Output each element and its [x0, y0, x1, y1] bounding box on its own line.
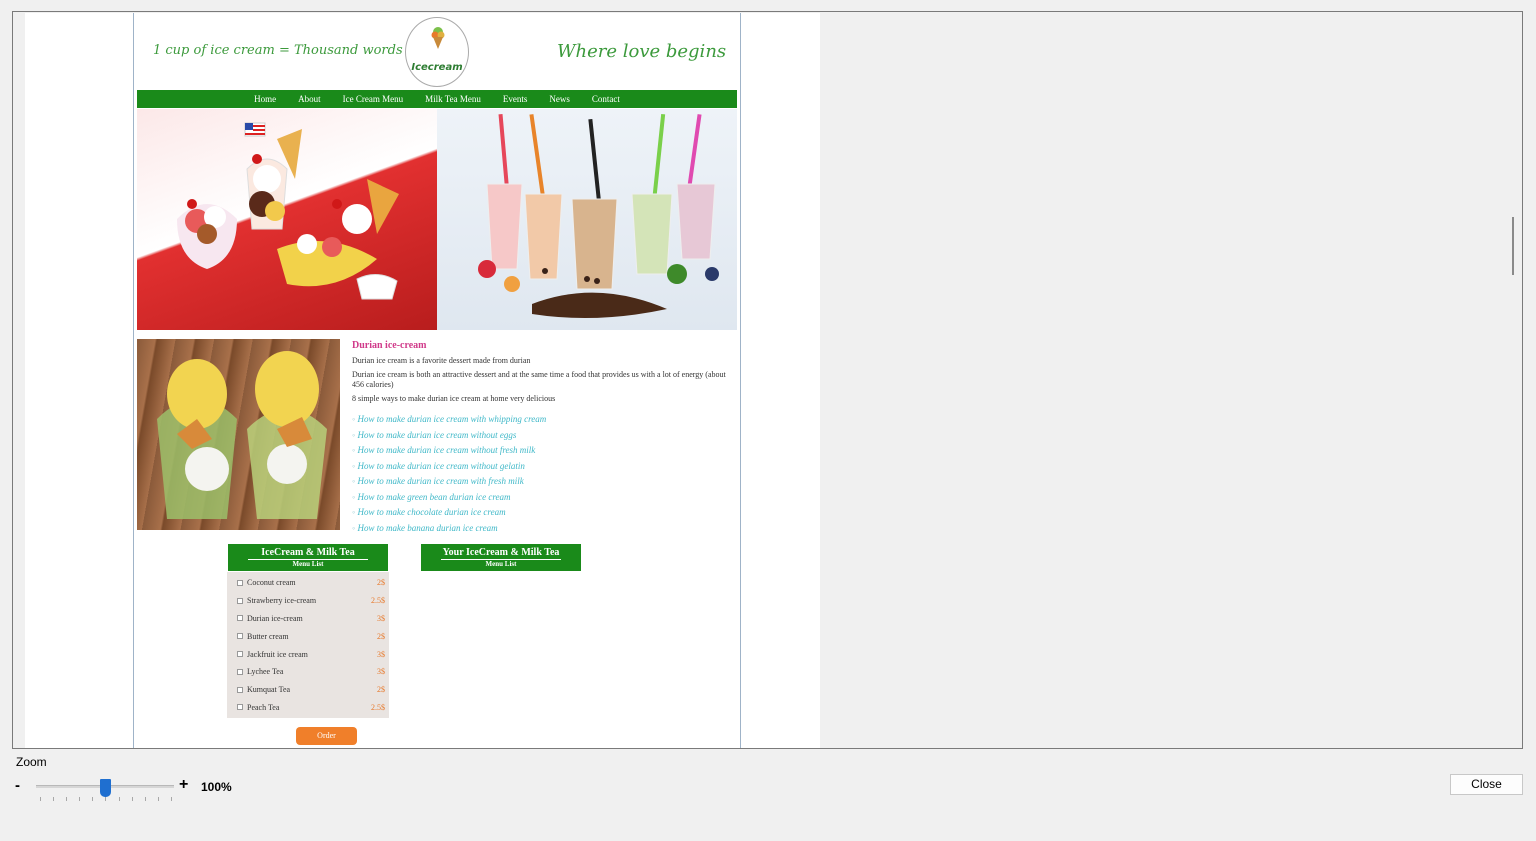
- article-body: Durian ice-cream Durian ice cream is a f…: [352, 340, 732, 536]
- nav-about[interactable]: About: [287, 94, 332, 104]
- article-title: Durian ice-cream: [352, 340, 427, 351]
- ice-cream-cone-icon: [431, 27, 445, 49]
- sundae-illustration: [177, 122, 399, 300]
- nav-milk-tea-menu[interactable]: Milk Tea Menu: [414, 94, 492, 104]
- menu-item-checkbox[interactable]: [237, 615, 243, 622]
- slider-tick: [66, 797, 68, 801]
- menu-item-price: 2$: [377, 685, 385, 695]
- durian-dessert-image: [137, 339, 340, 530]
- menu-item-price: 3$: [377, 649, 385, 659]
- menu-item-name: Durian ice-cream: [247, 613, 303, 623]
- menu-item-checkbox[interactable]: [237, 579, 243, 586]
- close-button[interactable]: Close: [1450, 774, 1523, 795]
- durian-dessert-illustration: [157, 351, 327, 519]
- article-paragraph: 8 simple ways to make durian ice cream a…: [352, 394, 556, 403]
- slider-tick: [105, 797, 107, 801]
- menu-item-checkbox[interactable]: [237, 597, 243, 604]
- menu-item[interactable]: Strawberry ice-cream 2.5$: [227, 592, 389, 610]
- hero-banner: [137, 109, 737, 330]
- menu-item-checkbox[interactable]: [237, 651, 243, 658]
- menu-panel-subtitle: Menu List: [248, 559, 368, 568]
- slider-tick: [92, 797, 94, 801]
- recipe-link[interactable]: How to make durian ice cream without fre…: [352, 443, 732, 459]
- menu-item-name: Lychee Tea: [247, 667, 284, 677]
- menu-item[interactable]: Jackfruit ice cream 3$: [227, 645, 389, 663]
- menu-item[interactable]: Durian ice-cream 3$: [227, 610, 389, 628]
- recipe-link[interactable]: How to make durian ice cream with fresh …: [352, 474, 732, 490]
- recipe-link[interactable]: How to make green bean durian ice cream: [352, 490, 732, 506]
- slogan-right: Where love begins: [557, 41, 727, 62]
- menu-item-checkbox[interactable]: [237, 633, 243, 640]
- slider-tick: [118, 797, 120, 801]
- article-section: Durian ice-cream Durian ice cream is a f…: [137, 339, 737, 533]
- zoom-in-button[interactable]: +: [179, 776, 188, 794]
- nav-home[interactable]: Home: [243, 94, 287, 104]
- menu-items: Coconut cream 2$ Strawberry ice-cream 2.5$…: [227, 572, 389, 718]
- zoom-value: 100%: [201, 780, 232, 794]
- menu-item-price: 2.5$: [371, 596, 385, 606]
- menu-item-checkbox[interactable]: [237, 686, 243, 693]
- menu-item[interactable]: Coconut cream 2$: [227, 574, 389, 592]
- nav-ice-cream-menu[interactable]: Ice Cream Menu: [332, 94, 414, 104]
- recipe-link[interactable]: How to make chocolate durian ice cream: [352, 505, 732, 521]
- zoom-out-button[interactable]: -: [15, 777, 20, 794]
- recipe-links: How to make durian ice cream with whippi…: [352, 412, 732, 536]
- slider-tick: [40, 797, 41, 801]
- menu-item[interactable]: Lychee Tea 3$: [227, 663, 389, 681]
- menu-item-price: 2.5$: [371, 702, 385, 712]
- recipe-link[interactable]: How to make banana durian ice cream: [352, 521, 732, 537]
- ice-cream-sundae-image: [137, 109, 437, 330]
- article-paragraph: Durian ice cream is a favorite dessert m…: [352, 356, 531, 365]
- recipe-link[interactable]: How to make durian ice cream with whippi…: [352, 412, 732, 428]
- recipe-link[interactable]: How to make durian ice cream without gel…: [352, 459, 732, 475]
- menu-item-name: Peach Tea: [247, 702, 280, 712]
- recipe-link[interactable]: How to make durian ice cream without egg…: [352, 428, 732, 444]
- slider-tick: [53, 797, 55, 801]
- bubble-tea-image: [437, 109, 737, 330]
- nav-news[interactable]: News: [538, 94, 581, 104]
- slider-tick: [170, 797, 172, 801]
- logo-text: Icecream: [411, 62, 463, 73]
- menu-list-panel: IceCream & Milk Tea Menu List Coconut cr…: [227, 543, 389, 718]
- menu-item-name: Kumquat Tea: [247, 685, 291, 695]
- menu-panel-title: IceCream & Milk Tea: [261, 547, 355, 558]
- menu-item-name: Jackfruit ice cream: [247, 649, 308, 659]
- menu-item-checkbox[interactable]: [237, 704, 243, 711]
- nav-events[interactable]: Events: [492, 94, 539, 104]
- menu-item-name: Butter cream: [247, 631, 289, 641]
- your-menu-panel: Your IceCream & Milk Tea Menu List: [420, 543, 582, 572]
- your-panel-title: Your IceCream & Milk Tea: [442, 547, 560, 558]
- preview-area[interactable]: 1 cup of ice cream = Thousand words of l…: [12, 11, 1523, 749]
- scrollbar-thumb[interactable]: [1512, 217, 1514, 275]
- main-nav: Home About Ice Cream Menu Milk Tea Menu …: [137, 90, 737, 108]
- menu-item-price: 3$: [377, 613, 385, 623]
- zoom-slider-ticks: [40, 797, 172, 802]
- print-preview-dialog: 1 cup of ice cream = Thousand words of l…: [0, 0, 1536, 841]
- menu-item-name: Strawberry ice-cream: [247, 596, 317, 606]
- zoom-slider-thumb[interactable]: [100, 779, 111, 797]
- menu-item[interactable]: Kumquat Tea 2$: [227, 681, 389, 699]
- slider-tick: [157, 797, 159, 801]
- zoom-label: Zoom: [16, 755, 47, 769]
- nav-contact[interactable]: Contact: [581, 94, 631, 104]
- vertical-scrollbar[interactable]: [1507, 12, 1521, 748]
- order-button[interactable]: Order: [296, 727, 357, 745]
- article-paragraph: Durian ice cream is both an attractive d…: [352, 370, 726, 389]
- your-panel-subtitle: Menu List: [441, 559, 561, 568]
- menu-item[interactable]: Peach Tea 2.5$: [227, 699, 389, 717]
- menu-item-checkbox[interactable]: [237, 668, 243, 675]
- bubble-tea-illustration: [478, 113, 719, 318]
- slider-tick: [144, 797, 146, 801]
- site-logo[interactable]: Icecream: [405, 17, 469, 87]
- slider-tick: [131, 797, 133, 801]
- slider-tick: [79, 797, 81, 801]
- menu-item-name: Coconut cream: [247, 578, 296, 588]
- page-canvas: 1 cup of ice cream = Thousand words of l…: [25, 13, 820, 748]
- your-panel-header: Your IceCream & Milk Tea Menu List: [420, 543, 582, 572]
- menu-item-price: 3$: [377, 667, 385, 677]
- menu-item-price: 2$: [377, 631, 385, 641]
- menu-item[interactable]: Butter cream 2$: [227, 627, 389, 645]
- menu-panel-header: IceCream & Milk Tea Menu List: [227, 543, 389, 572]
- menu-item-price: 2$: [377, 578, 385, 588]
